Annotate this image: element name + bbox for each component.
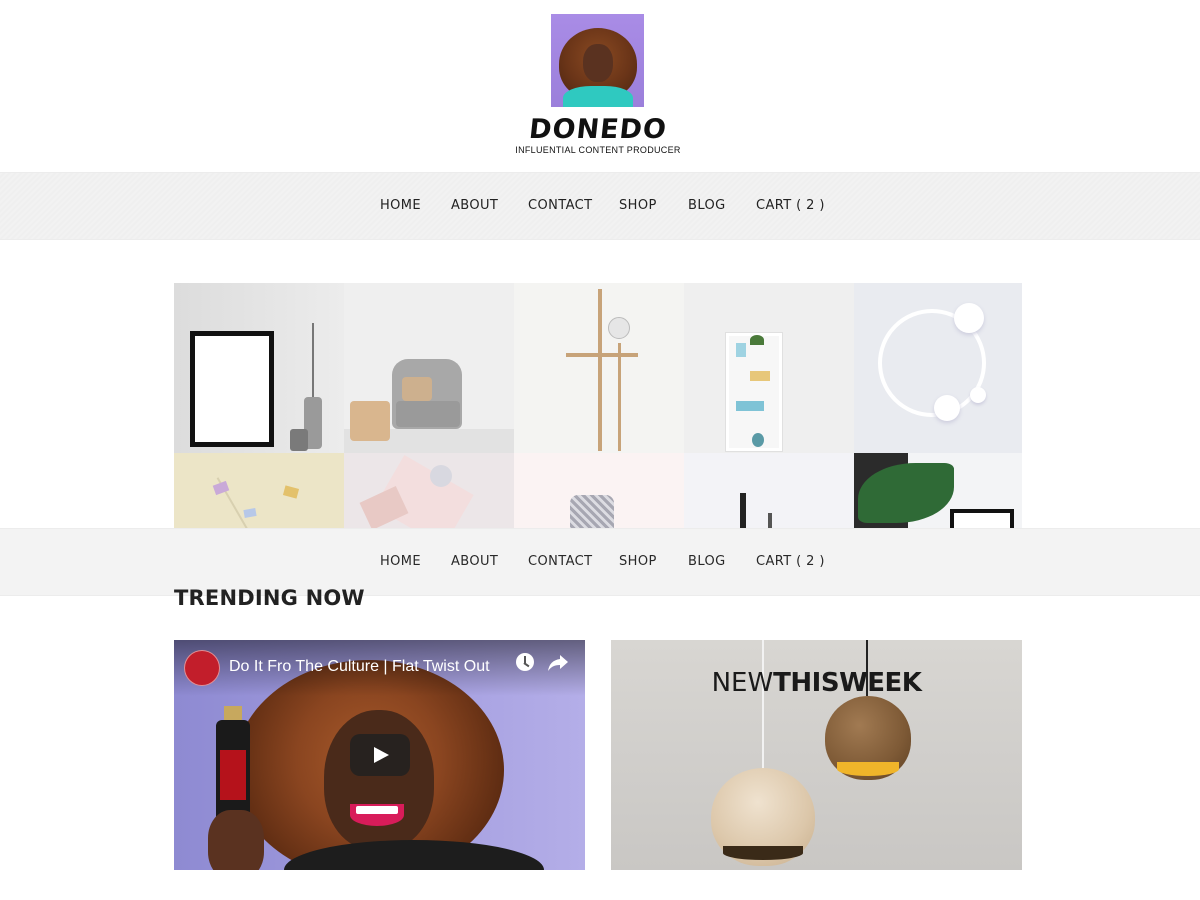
shelf-item: [752, 433, 764, 447]
sticky-nav-cart[interactable]: CART ( 2 ): [756, 554, 825, 569]
stand-leg: [618, 343, 621, 451]
promo-headline-bold: THISWEEK: [773, 668, 922, 698]
gallery-image-desk-flatlay[interactable]: [344, 453, 514, 528]
shelf-item: [736, 401, 764, 411]
nav-contact[interactable]: CONTACT: [528, 198, 592, 213]
vase: [740, 493, 746, 528]
sticky-nav-shop[interactable]: SHOP: [619, 554, 657, 569]
lamp-glow: [837, 762, 899, 776]
vase: [768, 513, 772, 528]
nav-blog[interactable]: BLOG: [688, 198, 726, 213]
video-hand: [208, 810, 264, 870]
armchair-seat: [396, 401, 460, 427]
video-face: [324, 710, 434, 850]
logo-tagline: INFLUENTIAL CONTENT PRODUCER: [515, 145, 681, 155]
plant-stem: [312, 323, 314, 399]
promo-headline-light: NEW: [711, 668, 774, 698]
bottle-label: [220, 750, 246, 800]
lamp-rim: [723, 846, 803, 860]
sticky-nav-about[interactable]: ABOUT: [451, 554, 498, 569]
trending-heading-text: TRENDING NOW: [174, 586, 365, 610]
video-title[interactable]: Do It Fro The Culture | Flat Twist Out: [229, 658, 509, 676]
portrait-face: [583, 44, 613, 82]
gallery-image-bag[interactable]: [514, 453, 684, 528]
channel-avatar[interactable]: [184, 650, 220, 686]
play-icon[interactable]: [350, 734, 410, 776]
clock-icon[interactable]: [516, 653, 534, 671]
share-icon[interactable]: [546, 650, 570, 674]
gallery-image-frame-vase[interactable]: [174, 283, 344, 453]
portrait-top: [563, 86, 633, 107]
paper-flower: [970, 387, 986, 403]
nav-about[interactable]: ABOUT: [451, 198, 498, 213]
pillow: [402, 377, 432, 401]
video-player[interactable]: Do It Fro The Culture | Flat Twist Out: [174, 640, 585, 870]
main-nav: HOME ABOUT CONTACT SHOP BLOG CART ( 2 ): [0, 172, 1200, 240]
lamp-cord: [762, 640, 764, 772]
sticky-nav-blog[interactable]: BLOG: [688, 554, 726, 569]
logo-portrait[interactable]: [551, 14, 644, 107]
picture-frame: [190, 331, 274, 447]
gallery-image-armchair[interactable]: [344, 283, 514, 453]
logo-wordmark[interactable]: DONEDO: [498, 114, 697, 145]
gallery-image-coat-stand[interactable]: [514, 283, 684, 453]
new-this-week-banner[interactable]: NEWTHISWEEK: [611, 640, 1022, 870]
picture-frame: [950, 509, 1014, 528]
gallery-image-wreath[interactable]: [854, 283, 1022, 453]
stand-pole: [598, 289, 602, 451]
nav-shop[interactable]: SHOP: [619, 198, 657, 213]
nav-cart[interactable]: CART ( 2 ): [756, 198, 825, 213]
sticky-nav-contact[interactable]: CONTACT: [528, 554, 592, 569]
patterned-bag: [570, 495, 614, 528]
stand-shelf: [566, 353, 638, 357]
video-smile: [356, 806, 398, 814]
gallery-image-shelf[interactable]: [684, 283, 854, 453]
shelf-item: [750, 371, 770, 381]
paper-butterfly: [282, 485, 300, 499]
image-gallery: [174, 283, 1022, 528]
trending-heading: TRENDING NOW: [174, 584, 474, 612]
gallery-image-butterflies[interactable]: [174, 453, 344, 528]
paper-flower: [934, 395, 960, 421]
nav-home[interactable]: HOME: [380, 198, 421, 213]
gallery-image-vases[interactable]: [684, 453, 854, 528]
shelf-item: [736, 343, 746, 357]
paper-butterfly: [243, 508, 257, 518]
sticky-nav-home[interactable]: HOME: [380, 554, 421, 569]
gallery-image-plant-frame[interactable]: [854, 453, 1022, 528]
shelf-plant: [750, 335, 764, 345]
paper-flower: [954, 303, 984, 333]
round-mirror: [608, 317, 630, 339]
throw-blanket: [350, 401, 390, 441]
cup: [290, 429, 308, 451]
promo-headline: NEWTHISWEEK: [611, 668, 1022, 698]
flatlay-item: [430, 465, 452, 487]
